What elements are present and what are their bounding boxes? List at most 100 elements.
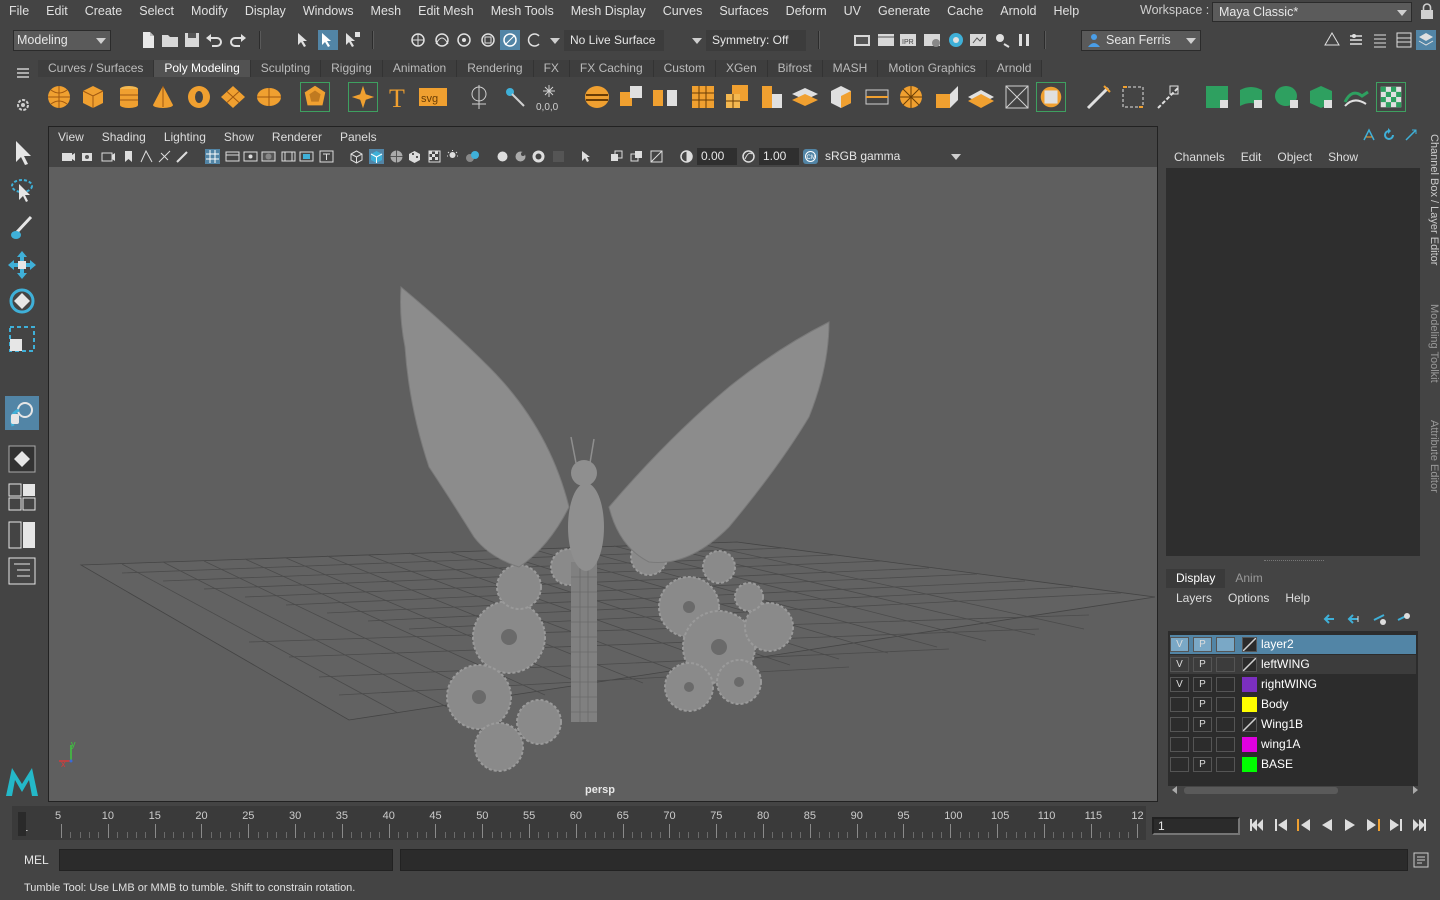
- shelf-tab-rigging[interactable]: Rigging: [321, 60, 383, 77]
- outliner-icon[interactable]: [5, 554, 39, 588]
- channel-box-menu-object[interactable]: Object: [1269, 148, 1320, 166]
- menu-modify[interactable]: Modify: [182, 0, 236, 22]
- layer-playback-toggle[interactable]: P: [1193, 697, 1212, 712]
- persp-outliner-view-icon[interactable]: [5, 518, 39, 552]
- connect-icon[interactable]: [1036, 82, 1066, 112]
- layer-name[interactable]: wing1A: [1261, 735, 1300, 754]
- layer-name[interactable]: layer2: [1261, 635, 1294, 654]
- multi-cut-icon[interactable]: [1084, 82, 1114, 112]
- layer-name[interactable]: Wing1B: [1261, 715, 1303, 734]
- exposure-field[interactable]: 0.00: [697, 148, 737, 165]
- layer-row[interactable]: P Wing1B: [1170, 715, 1416, 734]
- extrude-icon[interactable]: [826, 82, 856, 112]
- open-scene-icon[interactable]: [160, 30, 180, 50]
- viewport-canvas[interactable]: y x persp: [49, 167, 1157, 801]
- menu-edit-mesh[interactable]: Edit Mesh: [409, 0, 482, 22]
- channel-box-menu-show[interactable]: Show: [1320, 148, 1366, 166]
- play-backwards-icon[interactable]: [1318, 816, 1336, 834]
- textured-icon[interactable]: [407, 149, 422, 164]
- menu-deform[interactable]: Deform: [777, 0, 835, 22]
- layer-playback-toggle[interactable]: [1193, 737, 1212, 752]
- layer-editor-menu-help[interactable]: Help: [1277, 589, 1318, 607]
- new-layer-icon[interactable]: [1372, 612, 1386, 626]
- render-setup-icon[interactable]: [968, 30, 988, 50]
- script-editor-icon[interactable]: [1412, 851, 1430, 869]
- layer-row[interactable]: V Player2: [1170, 635, 1416, 654]
- shelf-menu-icon[interactable]: [14, 64, 32, 82]
- shelf-tab-xgen[interactable]: XGen: [715, 60, 768, 77]
- layer-visibility-toggle[interactable]: [1170, 697, 1189, 712]
- depth-of-field-icon[interactable]: [531, 149, 546, 164]
- exposure-icon[interactable]: [679, 149, 694, 164]
- poly-cube-icon[interactable]: [78, 82, 108, 112]
- xray-joints-icon[interactable]: [609, 149, 624, 164]
- current-frame-field[interactable]: [1152, 817, 1240, 835]
- channel-box-menu-channels[interactable]: Channels: [1166, 148, 1233, 166]
- layer-row[interactable]: P BASE: [1170, 755, 1416, 774]
- menu-mesh[interactable]: Mesh: [362, 0, 410, 22]
- screen-space-ao-icon[interactable]: [465, 149, 480, 164]
- workspace-dropdown[interactable]: Maya Classic*: [1212, 2, 1412, 22]
- go-to-start-icon[interactable]: [1248, 816, 1266, 834]
- color-management-icon[interactable]: CM: [803, 149, 818, 164]
- layer-row[interactable]: V PleftWING: [1170, 655, 1416, 674]
- ipr-render-icon[interactable]: IPR: [898, 30, 918, 50]
- chevron-down-icon[interactable]: [550, 38, 560, 44]
- move-tool-icon[interactable]: [5, 248, 39, 282]
- attribute-editor-icon[interactable]: [1346, 30, 1366, 50]
- menu-edit[interactable]: Edit: [37, 0, 76, 22]
- layer-display-type-toggle[interactable]: [1216, 757, 1235, 772]
- shelf-tab-sculpting[interactable]: Sculpting: [250, 60, 322, 77]
- bake-pivot-icon[interactable]: 0,0,0: [534, 82, 564, 112]
- poly-torus-icon[interactable]: [184, 82, 214, 112]
- gear-icon[interactable]: [14, 96, 32, 114]
- film-gate-icon[interactable]: [225, 149, 240, 164]
- command-language-label[interactable]: MEL: [24, 853, 49, 867]
- shelf-tab-fx[interactable]: FX: [533, 60, 570, 77]
- bookmark-icon[interactable]: [121, 149, 136, 164]
- layer-display-type-toggle[interactable]: [1216, 737, 1235, 752]
- live-surface-field[interactable]: No Live Surface: [564, 30, 664, 51]
- last-used-tool-icon[interactable]: [5, 396, 39, 430]
- move-layer-down-icon[interactable]: [1346, 612, 1360, 626]
- menu-set-dropdown[interactable]: Modeling: [13, 30, 111, 51]
- viewport-menu-lighting[interactable]: Lighting: [155, 127, 215, 147]
- step-forward-key-icon[interactable]: [1364, 816, 1382, 834]
- select-by-object-icon[interactable]: [318, 30, 338, 50]
- refresh-icon[interactable]: [1382, 128, 1396, 142]
- layer-editor-tab-display[interactable]: Display: [1166, 569, 1226, 588]
- snap-together-icon[interactable]: [524, 30, 544, 50]
- select-tool-icon[interactable]: [5, 136, 39, 170]
- render-current-frame-icon[interactable]: [876, 30, 896, 50]
- side-tab-channel-box[interactable]: Channel Box / Layer Editor: [1424, 134, 1440, 280]
- mel-command-input[interactable]: [59, 849, 393, 871]
- menu-surfaces[interactable]: Surfaces: [710, 0, 776, 22]
- reduce-icon[interactable]: [722, 82, 752, 112]
- select-by-hierarchy-icon[interactable]: [294, 30, 314, 50]
- bevel-icon[interactable]: [932, 82, 962, 112]
- new-scene-icon[interactable]: [138, 30, 158, 50]
- undo-icon[interactable]: [204, 30, 224, 50]
- layer-playback-toggle[interactable]: P: [1193, 637, 1212, 652]
- target-weld-icon[interactable]: [1118, 82, 1148, 112]
- layer-name[interactable]: BASE: [1261, 755, 1293, 774]
- wireframe-icon[interactable]: [349, 149, 364, 164]
- layer-row[interactable]: V PrightWING: [1170, 675, 1416, 694]
- layer-color-swatch[interactable]: [1242, 657, 1257, 672]
- layer-playback-toggle[interactable]: P: [1193, 757, 1212, 772]
- append-to-polygon-icon[interactable]: [896, 82, 926, 112]
- menu-file[interactable]: File: [0, 0, 37, 22]
- lasso-tool-icon[interactable]: [5, 174, 39, 208]
- separate-icon[interactable]: [650, 82, 680, 112]
- super-shape-icon[interactable]: [348, 82, 378, 112]
- layer-row[interactable]: P Body: [1170, 695, 1416, 714]
- chevron-down-icon[interactable]: [692, 38, 702, 44]
- redo-icon[interactable]: [228, 30, 248, 50]
- hypershade-icon[interactable]: [946, 30, 966, 50]
- viewport-menu-renderer[interactable]: Renderer: [263, 127, 331, 147]
- motion-blur-icon[interactable]: [495, 149, 510, 164]
- menu-create[interactable]: Create: [76, 0, 131, 22]
- viewport-menu-show[interactable]: Show: [215, 127, 263, 147]
- viewport-menu-shading[interactable]: Shading: [93, 127, 155, 147]
- uv-editor-icon[interactable]: [1202, 82, 1232, 112]
